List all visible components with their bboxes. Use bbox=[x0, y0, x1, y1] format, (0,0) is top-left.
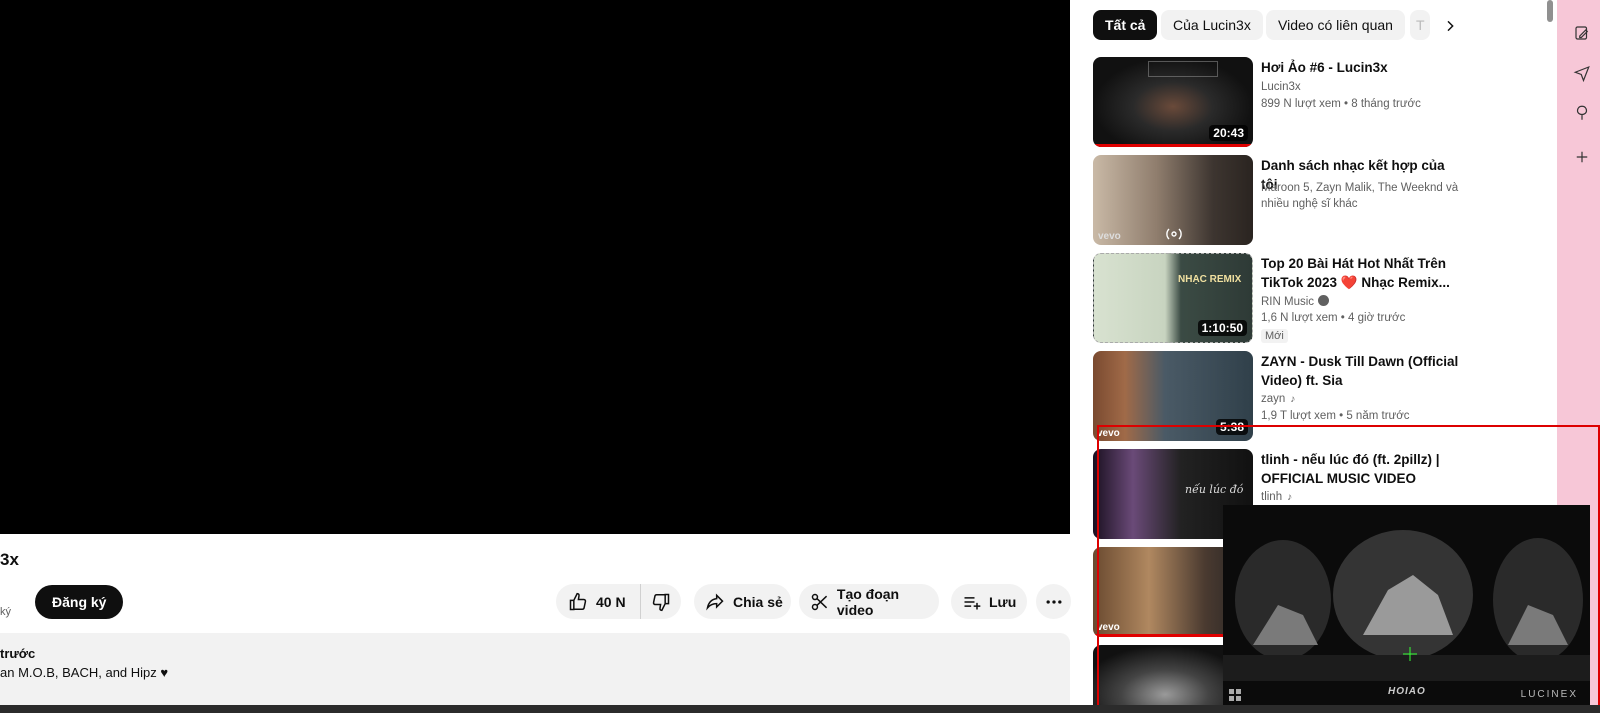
channel-name[interactable]: Lucin3x bbox=[1261, 81, 1301, 93]
chip-partial[interactable]: T bbox=[1410, 10, 1430, 40]
vevo-watermark: vevo bbox=[1098, 231, 1121, 242]
miniplayer-logo: HOIAO bbox=[1388, 686, 1426, 697]
miniplayer-brand: LUCINEX bbox=[1520, 689, 1578, 700]
channel-name[interactable]: RIN Music bbox=[1261, 295, 1330, 308]
clip-button[interactable]: Tạo đoạn video bbox=[799, 584, 939, 619]
chips-next-button[interactable] bbox=[1438, 14, 1462, 38]
miniplayer[interactable]: HOIAO LUCINEX bbox=[1223, 505, 1590, 713]
plus-icon[interactable] bbox=[1573, 148, 1591, 166]
miniplayer-artwork bbox=[1223, 505, 1590, 713]
share-icon bbox=[706, 593, 724, 611]
dislike-button[interactable] bbox=[641, 584, 681, 619]
recommendation-title[interactable]: Hơi Ảo #6 - Lucin3x bbox=[1261, 58, 1461, 77]
verified-icon bbox=[1318, 295, 1330, 306]
share-label: Chia sẻ bbox=[733, 593, 783, 610]
like-button[interactable]: 40 N bbox=[556, 584, 641, 619]
video-meta: 1,6 N lượt xem • 4 giờ trước bbox=[1261, 312, 1405, 324]
edit-icon[interactable] bbox=[1573, 24, 1591, 42]
more-actions-button[interactable] bbox=[1036, 584, 1071, 619]
channel-label: zayn bbox=[1261, 393, 1286, 405]
taskbar bbox=[0, 705, 1600, 713]
thumbnail-text: NHẠC REMIX bbox=[1178, 274, 1242, 285]
recommendation-item[interactable]: 20:43 Hơi Ảo #6 - Lucin3x Lucin3x 899 N … bbox=[1093, 57, 1513, 149]
mix-thumbnail[interactable]: vevo bbox=[1093, 155, 1253, 245]
duration-badge: 20:43 bbox=[1209, 125, 1248, 141]
chevron-right-icon bbox=[1447, 20, 1454, 32]
watch-progress bbox=[1093, 144, 1253, 147]
recommendation-item[interactable]: NHẠC REMIX 1:10:50 Top 20 Bài Hát Hot Nh… bbox=[1093, 253, 1513, 345]
tree-icon[interactable] bbox=[1573, 104, 1591, 122]
video-meta: 1,9 T lượt xem • 5 năm trước bbox=[1261, 410, 1410, 422]
upload-age: 8 tháng trước bbox=[1351, 98, 1421, 110]
save-button[interactable]: Lưu bbox=[951, 584, 1027, 619]
upload-age: 5 năm trước bbox=[1346, 410, 1410, 422]
dislike-icon bbox=[652, 593, 670, 611]
view-count: 1,6 N lượt xem bbox=[1261, 312, 1338, 324]
like-dislike-group: 40 N bbox=[556, 584, 681, 619]
new-badge: Mới bbox=[1261, 329, 1288, 343]
playlist-add-icon bbox=[964, 596, 981, 609]
duration-badge: 1:10:50 bbox=[1197, 320, 1247, 336]
video-title: 3x bbox=[0, 550, 19, 569]
save-label: Lưu bbox=[989, 593, 1017, 610]
scissors-icon bbox=[811, 593, 828, 610]
mix-artists[interactable]: Maroon 5, Zayn Malik, The Weeknd và nhiề… bbox=[1261, 180, 1461, 212]
video-thumbnail[interactable]: 20:43 bbox=[1093, 57, 1253, 147]
description-meta: trước bbox=[0, 646, 36, 661]
subscribe-button[interactable]: Đăng ký bbox=[35, 585, 124, 619]
view-count: 1,9 T lượt xem bbox=[1261, 410, 1336, 422]
share-button[interactable]: Chia sẻ bbox=[694, 584, 791, 619]
upload-age: 4 giờ trước bbox=[1348, 312, 1406, 324]
miniplayer-grid-icon[interactable] bbox=[1228, 688, 1242, 702]
subscriber-count: ký bbox=[0, 606, 11, 618]
mix-radio-icon bbox=[1166, 228, 1182, 240]
clip-label: Tạo đoạn video bbox=[836, 585, 900, 618]
like-count: 40 N bbox=[596, 593, 626, 610]
chip-related[interactable]: Video có liên quan bbox=[1266, 10, 1405, 40]
video-thumbnail[interactable]: NHẠC REMIX 1:10:50 bbox=[1093, 253, 1253, 343]
recommendation-title[interactable]: Top 20 Bài Hát Hot Nhất Trên TikTok 2023… bbox=[1261, 254, 1461, 292]
send-icon[interactable] bbox=[1573, 64, 1591, 82]
channel-name[interactable]: zayn ♪ bbox=[1261, 393, 1295, 405]
like-icon bbox=[569, 592, 587, 610]
center-marker-icon bbox=[1403, 647, 1417, 661]
channel-label: RIN Music bbox=[1261, 296, 1315, 308]
music-note-icon: ♪ bbox=[1290, 394, 1296, 405]
video-player[interactable] bbox=[0, 0, 1070, 534]
video-meta: 899 N lượt xem • 8 tháng trước bbox=[1261, 98, 1421, 110]
chip-all[interactable]: Tất cả bbox=[1093, 10, 1158, 40]
recommendation-title[interactable]: ZAYN - Dusk Till Dawn (Official Video) f… bbox=[1261, 352, 1461, 390]
recommendation-item[interactable]: vevo Danh sách nhạc kết hợp của tôi Maro… bbox=[1093, 155, 1513, 247]
view-count: 899 N lượt xem bbox=[1261, 98, 1341, 110]
description-text: an M.O.B, BACH, and Hipz ♥ bbox=[0, 665, 169, 680]
scrollbar-thumb[interactable] bbox=[1547, 0, 1553, 22]
thumbnail-title-art bbox=[1148, 61, 1218, 77]
chip-channel[interactable]: Của Lucin3x bbox=[1161, 10, 1263, 40]
meta-separator: • bbox=[1340, 312, 1349, 324]
more-icon bbox=[1046, 599, 1061, 604]
